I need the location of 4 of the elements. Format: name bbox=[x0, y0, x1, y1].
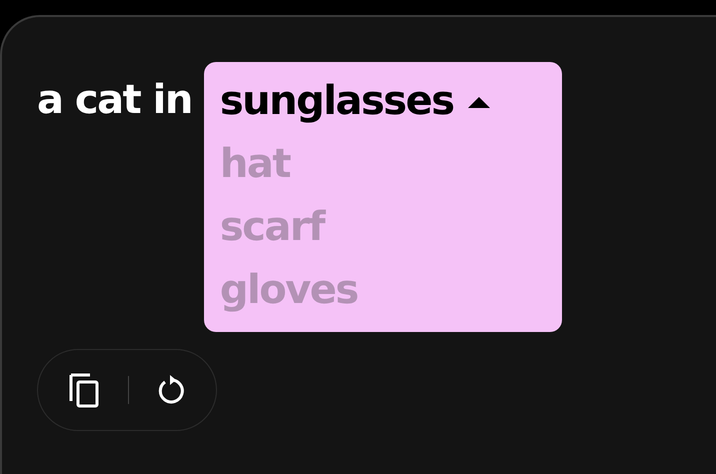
caret-icon bbox=[468, 96, 490, 108]
prompt-text: a cat in bbox=[37, 76, 192, 125]
copy-button[interactable] bbox=[68, 371, 102, 409]
copy-icon bbox=[68, 371, 102, 409]
